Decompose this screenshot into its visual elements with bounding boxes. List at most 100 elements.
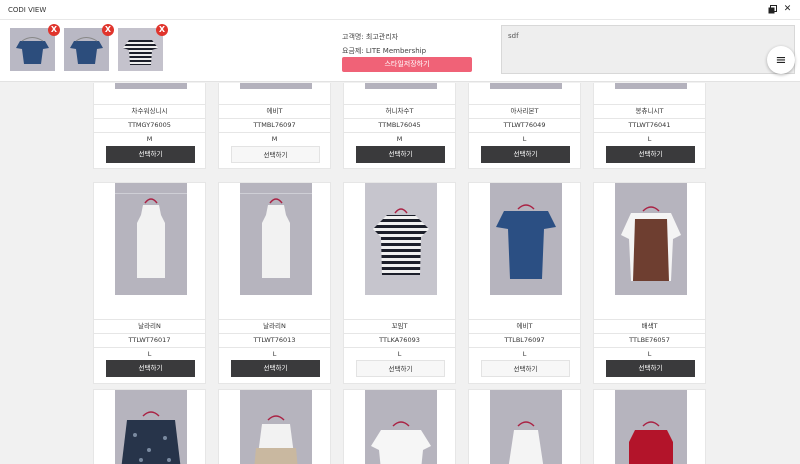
- product-card[interactable]: 에비T TTMBL76097 M 선택하기: [218, 83, 331, 169]
- product-name: 아사리본T: [469, 104, 580, 116]
- product-code: TTLWT76041: [594, 118, 705, 130]
- title-bar: CODI VIEW ✕: [0, 0, 800, 20]
- product-card[interactable]: 허니차수T TTMBL76045 M 선택하기: [343, 83, 456, 169]
- product-name: 차수워싱니시: [94, 104, 205, 116]
- product-image: [240, 83, 312, 89]
- menu-icon[interactable]: ≡: [767, 46, 795, 74]
- product-card[interactable]: [343, 389, 456, 464]
- product-code: TTLBE76057: [594, 333, 705, 346]
- product-grid: 차수워싱니시 TTMGY76005 M 선택하기 에비T TTMBL76097 …: [0, 83, 800, 464]
- product-code: TTMGY76005: [94, 118, 205, 130]
- tank-white-icon: [240, 183, 312, 295]
- product-card[interactable]: 배색T TTLBE76057 L 선택하기: [593, 182, 706, 384]
- select-button[interactable]: 선택하기: [356, 360, 445, 377]
- tshirt-stripe-icon: [118, 28, 163, 71]
- product-image: [240, 390, 312, 464]
- select-button[interactable]: 선택하기: [606, 360, 695, 377]
- product-name: 배색T: [594, 319, 705, 332]
- window-controls: ✕: [768, 5, 792, 14]
- product-image: [490, 83, 562, 89]
- product-card[interactable]: 날라리N TTLWT76013 L 선택하기: [218, 182, 331, 384]
- close-icon[interactable]: ✕: [783, 5, 792, 14]
- blouse-ruffle-navy-icon: [10, 28, 55, 71]
- product-image: [240, 183, 312, 295]
- product-code: TTMBL76097: [219, 118, 330, 130]
- product-image: [490, 390, 562, 464]
- product-size: M: [344, 132, 455, 144]
- product-card[interactable]: 에비T TTLBL76097 L 선택하기: [468, 182, 581, 384]
- select-button[interactable]: 선택하기: [481, 146, 570, 163]
- membership-plan: 요금제: LITE Membership: [342, 47, 427, 55]
- product-card[interactable]: [468, 389, 581, 464]
- product-image: [615, 183, 687, 295]
- tank-white-icon: [115, 183, 187, 295]
- product-size: L: [219, 347, 330, 360]
- product-card[interactable]: 봉츄니시T TTLWT76041 L 선택하기: [593, 83, 706, 169]
- product-card[interactable]: 날라리N TTLWT76017 L 선택하기: [93, 182, 206, 384]
- select-button[interactable]: 선택하기: [106, 360, 195, 377]
- product-code: TTMBL76045: [344, 118, 455, 130]
- remove-item-button[interactable]: X: [102, 24, 114, 36]
- product-size: M: [94, 132, 205, 144]
- memo-input[interactable]: sdf: [501, 25, 795, 74]
- select-button[interactable]: 선택하기: [606, 146, 695, 163]
- blouse-ruffle-navy-icon: [490, 183, 562, 295]
- select-button[interactable]: 선택하기: [481, 360, 570, 377]
- product-size: L: [594, 132, 705, 144]
- product-name: 봉츄니시T: [594, 104, 705, 116]
- selected-item[interactable]: X: [64, 24, 114, 71]
- tank-red-icon: [615, 390, 687, 464]
- product-image: [115, 390, 187, 464]
- header-panel: X X X 고객명: 최고관리자 요금제: LITE Membership 스타…: [0, 20, 800, 82]
- cardigan-navy-print-icon: [115, 390, 187, 464]
- remove-item-button[interactable]: X: [156, 24, 168, 36]
- product-size: L: [344, 347, 455, 360]
- product-image: [115, 183, 187, 295]
- save-style-button[interactable]: 스타일저장하기: [342, 57, 472, 72]
- select-button[interactable]: 선택하기: [106, 146, 195, 163]
- product-card[interactable]: [593, 389, 706, 464]
- vest-brown-icon: [615, 183, 687, 295]
- select-button[interactable]: 선택하기: [356, 146, 445, 163]
- product-image: [365, 83, 437, 89]
- product-size: L: [469, 347, 580, 360]
- product-size: L: [594, 347, 705, 360]
- selected-item[interactable]: X: [10, 24, 60, 71]
- cami-white-icon: [490, 390, 562, 464]
- restore-icon[interactable]: [768, 5, 777, 14]
- product-card[interactable]: [218, 389, 331, 464]
- product-name: 에비T: [469, 319, 580, 332]
- product-name: 날라리N: [94, 319, 205, 332]
- product-image: [115, 83, 187, 89]
- product-image: [615, 83, 687, 89]
- product-name: 꼬임T: [344, 319, 455, 332]
- customer-name: 고객명: 최고관리자: [342, 33, 399, 41]
- window-title: CODI VIEW: [8, 5, 47, 14]
- product-code: TTLWT76013: [219, 333, 330, 346]
- select-button[interactable]: 선택하기: [231, 146, 320, 163]
- select-button[interactable]: 선택하기: [231, 360, 320, 377]
- product-name: 에비T: [219, 104, 330, 116]
- selected-item[interactable]: X: [118, 24, 168, 71]
- product-code: TTLWT76049: [469, 118, 580, 130]
- product-card[interactable]: 차수워싱니시 TTMGY76005 M 선택하기: [93, 83, 206, 169]
- tshirt-stripe-icon: [365, 183, 437, 295]
- product-image: [490, 183, 562, 295]
- product-code: TTLWT76017: [94, 333, 205, 346]
- selected-items: X X X: [10, 24, 168, 71]
- product-image: [615, 390, 687, 464]
- product-name: 허니차수T: [344, 104, 455, 116]
- blouse-white-icon: [365, 390, 437, 464]
- product-image: [365, 183, 437, 295]
- product-size: L: [94, 347, 205, 360]
- product-name: 날라리N: [219, 319, 330, 332]
- cami-beige-icon: [240, 390, 312, 464]
- product-image: [365, 390, 437, 464]
- blouse-ruffle-navy-icon: [64, 28, 109, 71]
- customer-info: 고객명: 최고관리자 요금제: LITE Membership: [342, 30, 426, 58]
- product-size: M: [219, 132, 330, 144]
- product-card[interactable]: 아사리본T TTLWT76049 L 선택하기: [468, 83, 581, 169]
- remove-item-button[interactable]: X: [48, 24, 60, 36]
- product-card[interactable]: [93, 389, 206, 464]
- product-card[interactable]: 꼬임T TTLKA76093 L 선택하기: [343, 182, 456, 384]
